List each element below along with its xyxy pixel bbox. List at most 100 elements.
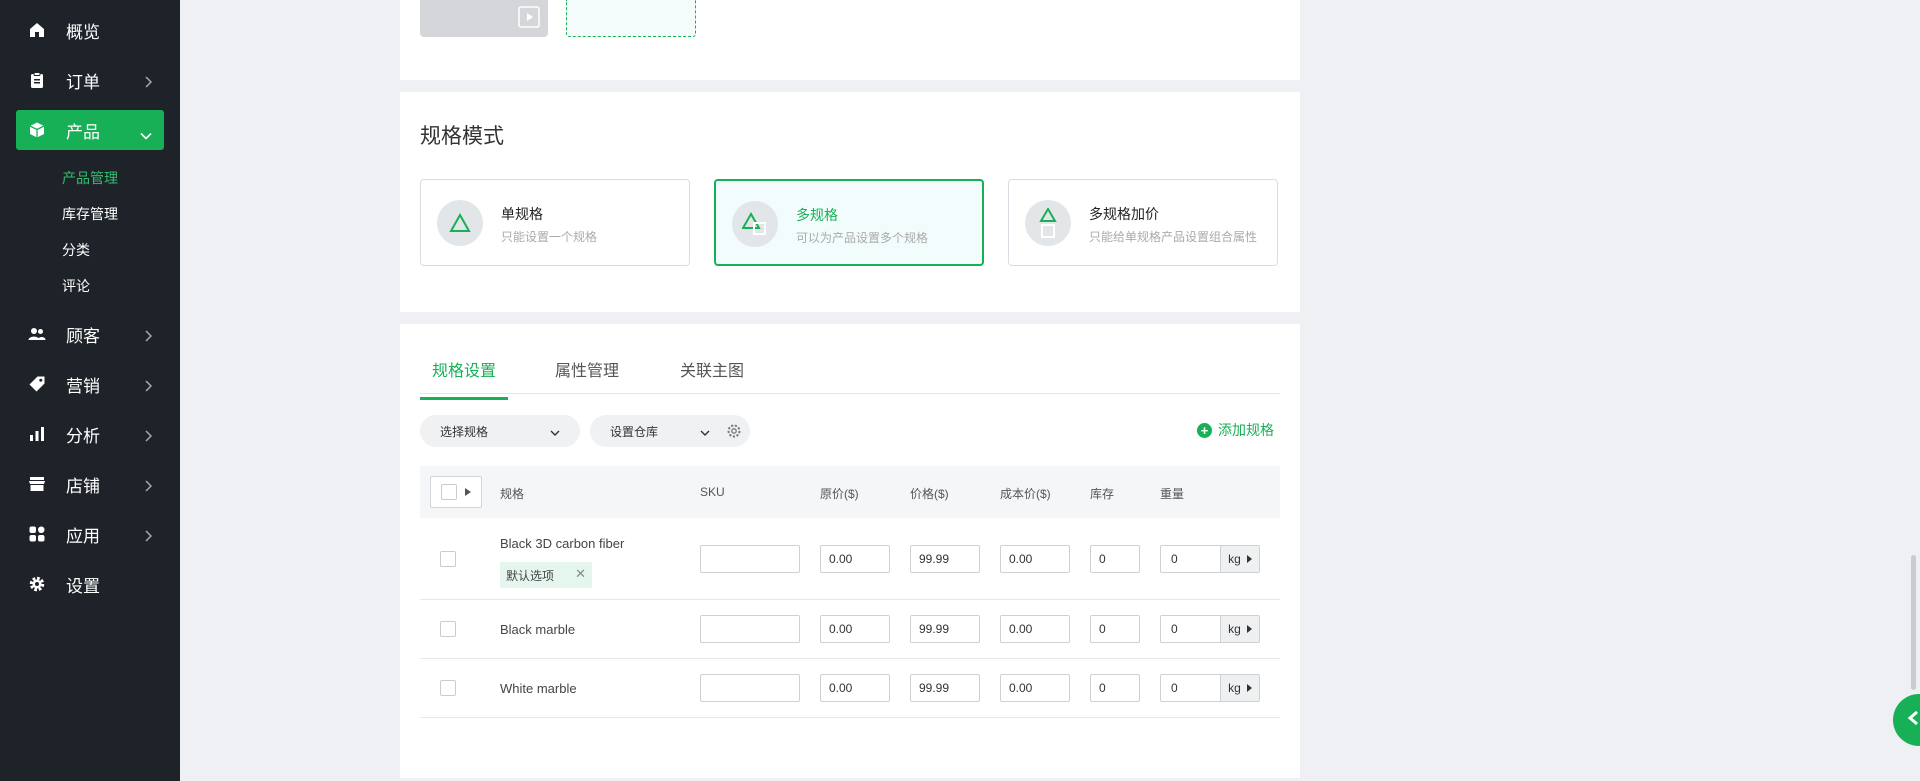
sidebar: 概览 订单 产品 产品管理 库存管理 分类 评论 顾客 营销 分析 店铺 应用 … [0, 0, 180, 781]
tab-spec-settings[interactable]: 规格设置 [420, 357, 509, 400]
nav-item-orders[interactable]: 订单 [16, 60, 164, 100]
nav-item-store[interactable]: 店铺 [16, 464, 164, 504]
header-price: 价格($) [910, 487, 949, 501]
original-price-input[interactable]: 0.00 [820, 674, 890, 702]
spec-mode-card: 规格模式 单规格 只能设置一个规格 多规格 可以为产品设置多个规格 多规格加价 … [400, 92, 1300, 312]
chevron-right-icon [144, 73, 153, 93]
row-checkbox[interactable] [440, 621, 456, 637]
nav-item-customers[interactable]: 顾客 [16, 314, 164, 354]
stock-input[interactable]: 0 [1090, 615, 1140, 643]
original-price-input[interactable]: 0.00 [820, 545, 890, 573]
select-all-checkbox[interactable] [430, 476, 482, 508]
unit-select[interactable]: kg [1219, 546, 1259, 572]
chevron-right-icon [144, 377, 153, 397]
unit-label: kg [1228, 622, 1241, 636]
cost-input[interactable]: 0.00 [1000, 545, 1070, 573]
page-scrollbar[interactable] [1911, 555, 1916, 690]
warehouse-dropdown[interactable]: 设置仓库 [590, 415, 750, 447]
tag-label: 默认选项 [506, 568, 555, 583]
nav-label: 订单 [66, 72, 100, 92]
tab-linked-images[interactable]: 关联主图 [680, 357, 744, 397]
nav-item-products[interactable]: 产品 [16, 110, 164, 150]
nav-item-marketing[interactable]: 营销 [16, 364, 164, 404]
sub-item-product-management[interactable]: 产品管理 [62, 168, 118, 188]
nav-label: 分析 [66, 426, 100, 446]
option-title: 多规格 [796, 207, 838, 223]
store-icon [28, 475, 46, 493]
floating-help-button[interactable] [1893, 694, 1920, 746]
sku-input[interactable] [700, 545, 800, 573]
weight-input[interactable]: 0 [1161, 681, 1220, 695]
table-header: 规格 SKU 原价($) 价格($) 成本价($) 库存 重量 [420, 466, 1280, 518]
nav-label: 产品 [66, 122, 100, 142]
nav-label: 概览 [66, 22, 100, 42]
stock-input[interactable]: 0 [1090, 674, 1140, 702]
option-desc: 只能给单规格产品设置组合属性 [1089, 230, 1258, 244]
tag-icon [28, 375, 46, 393]
triangle-icon [437, 200, 483, 246]
weight-input-group: 0 kg [1160, 615, 1260, 643]
sku-input[interactable] [700, 674, 800, 702]
option-desc: 只能设置一个规格 [501, 230, 598, 244]
tab-attribute-management[interactable]: 属性管理 [555, 357, 619, 397]
nav-item-settings[interactable]: 设置 [16, 564, 164, 604]
weight-input[interactable]: 0 [1161, 552, 1220, 566]
nav-label: 设置 [66, 576, 100, 596]
stock-input[interactable]: 0 [1090, 545, 1140, 573]
option-desc: 可以为产品设置多个规格 [796, 231, 929, 245]
gear-icon[interactable] [726, 423, 742, 442]
table-row: Black 3D carbon fiber 默认选项 ✕ 0.00 99.99 … [420, 518, 1280, 600]
add-media-dropzone[interactable] [566, 0, 696, 37]
nav-item-analytics[interactable]: 分析 [16, 414, 164, 454]
row-checkbox[interactable] [440, 680, 456, 696]
spec-name: Black 3D carbon fiber [500, 536, 625, 551]
select-spec-dropdown[interactable]: 选择规格 [420, 415, 580, 447]
original-price-input[interactable]: 0.00 [820, 615, 890, 643]
section-title: 规格模式 [420, 125, 504, 148]
nav-item-overview[interactable]: 概览 [16, 10, 164, 50]
box-icon [28, 121, 46, 139]
cost-input[interactable]: 0.00 [1000, 674, 1070, 702]
option-title: 单规格 [501, 206, 543, 222]
sub-item-categories[interactable]: 分类 [62, 240, 90, 260]
default-option-tag: 默认选项 ✕ [500, 562, 593, 588]
checkbox[interactable] [441, 484, 457, 500]
add-spec-button[interactable]: + 添加规格 [1197, 420, 1274, 440]
caret-right-icon [1246, 684, 1252, 692]
home-icon [28, 21, 46, 39]
unit-select[interactable]: kg [1219, 675, 1259, 701]
chevron-down-icon [140, 125, 152, 145]
price-input[interactable]: 99.99 [910, 545, 980, 573]
gear-icon [28, 575, 46, 593]
apps-icon [28, 525, 46, 543]
play-icon [518, 6, 540, 33]
mode-option-single[interactable]: 单规格 只能设置一个规格 [420, 179, 690, 266]
header-weight: 重量 [1160, 487, 1185, 501]
nav-item-apps[interactable]: 应用 [16, 514, 164, 554]
bar-chart-icon [28, 425, 46, 443]
sub-item-inventory[interactable]: 库存管理 [62, 204, 118, 224]
mode-option-multi[interactable]: 多规格 可以为产品设置多个规格 [714, 179, 984, 266]
price-input[interactable]: 99.99 [910, 615, 980, 643]
triangle-over-square-icon [1025, 200, 1071, 246]
chevron-right-icon [144, 327, 153, 347]
row-checkbox[interactable] [440, 551, 456, 567]
header-spec: 规格 [500, 487, 525, 501]
header-original-price: 原价($) [820, 487, 859, 501]
spec-name: Black marble [500, 622, 576, 637]
video-thumbnail[interactable] [420, 0, 548, 37]
table-row: White marble 0.00 99.99 0.00 0 0 kg [420, 659, 1280, 718]
cost-input[interactable]: 0.00 [1000, 615, 1070, 643]
mode-option-multi-surcharge[interactable]: 多规格加价 只能给单规格产品设置组合属性 [1008, 179, 1278, 266]
unit-select[interactable]: kg [1219, 616, 1259, 642]
unit-label: kg [1228, 681, 1241, 695]
price-input[interactable]: 99.99 [910, 674, 980, 702]
caret-right-icon[interactable] [465, 483, 471, 501]
header-cost: 成本价($) [1000, 487, 1051, 501]
weight-input[interactable]: 0 [1161, 622, 1220, 636]
chevron-right-icon [144, 427, 153, 447]
sub-item-reviews[interactable]: 评论 [62, 276, 90, 296]
option-title: 多规格加价 [1089, 206, 1159, 222]
sku-input[interactable] [700, 615, 800, 643]
close-icon[interactable]: ✕ [575, 566, 586, 582]
